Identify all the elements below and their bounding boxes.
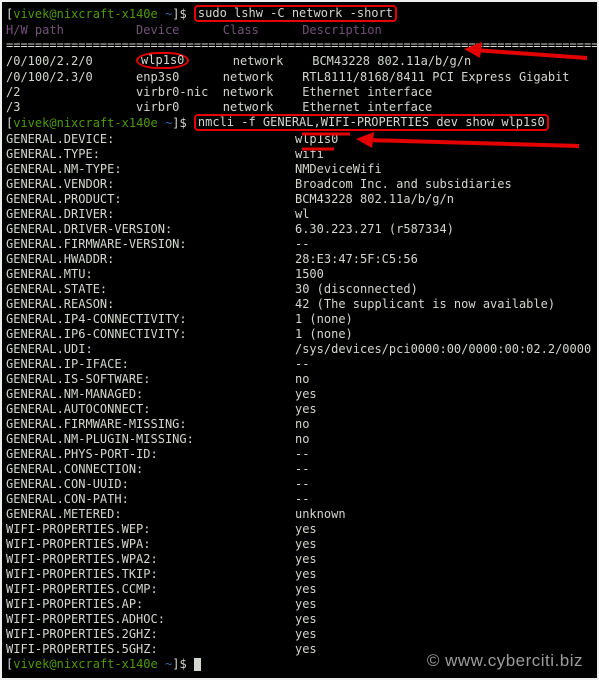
terminal[interactable]: [vivek@nixcraft-x140e ~]$ sudo lshw -C n…	[2, 2, 597, 678]
nmcli-row: GENERAL.TYPE: wifi	[6, 147, 597, 162]
watermark: © www.cyberciti.biz	[427, 653, 583, 668]
prompt-line-2: [vivek@nixcraft-x140e ~]$ nmcli -f GENER…	[6, 115, 597, 132]
nmcli-row: WIFI-PROPERTIES.AP: yes	[6, 597, 597, 612]
nmcli-row: GENERAL.REASON: 42 (The supplicant is no…	[6, 297, 597, 312]
nmcli-row: WIFI-PROPERTIES.WPA2: yes	[6, 552, 597, 567]
highlight-cmd-1: sudo lshw -C network -short	[194, 5, 397, 22]
nmcli-row: GENERAL.AUTOCONNECT: yes	[6, 402, 597, 417]
lshw-row: /3 virbr0 network Ethernet interface	[6, 100, 597, 115]
nmcli-row: GENERAL.CON-UUID: --	[6, 477, 597, 492]
lshw-ruler: ========================================…	[6, 38, 597, 53]
nmcli-row: WIFI-PROPERTIES.WPA: yes	[6, 537, 597, 552]
nmcli-row: GENERAL.IS-SOFTWARE: no	[6, 372, 597, 387]
lshw-row: /0/100/2.2/0 wlp1s0 network BCM43228 802…	[6, 53, 597, 70]
nmcli-row: GENERAL.MTU: 1500	[6, 267, 597, 282]
nmcli-row: GENERAL.NM-TYPE: NMDeviceWifi	[6, 162, 597, 177]
nmcli-row: WIFI-PROPERTIES.TKIP: yes	[6, 567, 597, 582]
nmcli-row: GENERAL.PRODUCT: BCM43228 802.11a/b/g/n	[6, 192, 597, 207]
nmcli-row: GENERAL.METERED: unknown	[6, 507, 597, 522]
prompt-line-1: [vivek@nixcraft-x140e ~]$ sudo lshw -C n…	[6, 6, 597, 23]
nmcli-row: GENERAL.VENDOR: Broadcom Inc. and subsid…	[6, 177, 597, 192]
nmcli-row: GENERAL.CONNECTION: --	[6, 462, 597, 477]
nmcli-row: WIFI-PROPERTIES.CCMP: yes	[6, 582, 597, 597]
lshw-header: H/W path Device Class Description	[6, 23, 597, 38]
nmcli-row: GENERAL.IP4-CONNECTIVITY: 1 (none)	[6, 312, 597, 327]
nmcli-row: WIFI-PROPERTIES.2GHZ: yes	[6, 627, 597, 642]
cursor	[194, 658, 201, 671]
nmcli-row: GENERAL.DRIVER: wl	[6, 207, 597, 222]
lshw-row: /2 virbr0-nic network Ethernet interface	[6, 85, 597, 100]
nmcli-row: GENERAL.DEVICE: wlp1s0	[6, 132, 597, 147]
nmcli-row: GENERAL.STATE: 30 (disconnected)	[6, 282, 597, 297]
nmcli-row: GENERAL.IP-IFACE: --	[6, 357, 597, 372]
nmcli-row: WIFI-PROPERTIES.WEP: yes	[6, 522, 597, 537]
nmcli-row: GENERAL.NM-MANAGED: yes	[6, 387, 597, 402]
nmcli-row: GENERAL.HWADDR: 28:E3:47:5F:C5:56	[6, 252, 597, 267]
nmcli-row: GENERAL.IP6-CONNECTIVITY: 1 (none)	[6, 327, 597, 342]
lshw-row: /0/100/2.3/0 enp3s0 network RTL8111/8168…	[6, 70, 597, 85]
nmcli-row: GENERAL.PHYS-PORT-ID: --	[6, 447, 597, 462]
nmcli-row: GENERAL.CON-PATH: --	[6, 492, 597, 507]
nmcli-row: GENERAL.UDI: /sys/devices/pci0000:00/000…	[6, 342, 597, 357]
nmcli-row: GENERAL.FIRMWARE-VERSION: --	[6, 237, 597, 252]
highlight-device: wlp1s0	[136, 52, 189, 69]
nmcli-row: GENERAL.DRIVER-VERSION: 6.30.223.271 (r5…	[6, 222, 597, 237]
nmcli-row: GENERAL.FIRMWARE-MISSING: no	[6, 417, 597, 432]
highlight-cmd-2: nmcli -f GENERAL,WIFI-PROPERTIES dev sho…	[194, 114, 549, 131]
nmcli-row: WIFI-PROPERTIES.ADHOC: yes	[6, 612, 597, 627]
nmcli-row: GENERAL.NM-PLUGIN-MISSING: no	[6, 432, 597, 447]
